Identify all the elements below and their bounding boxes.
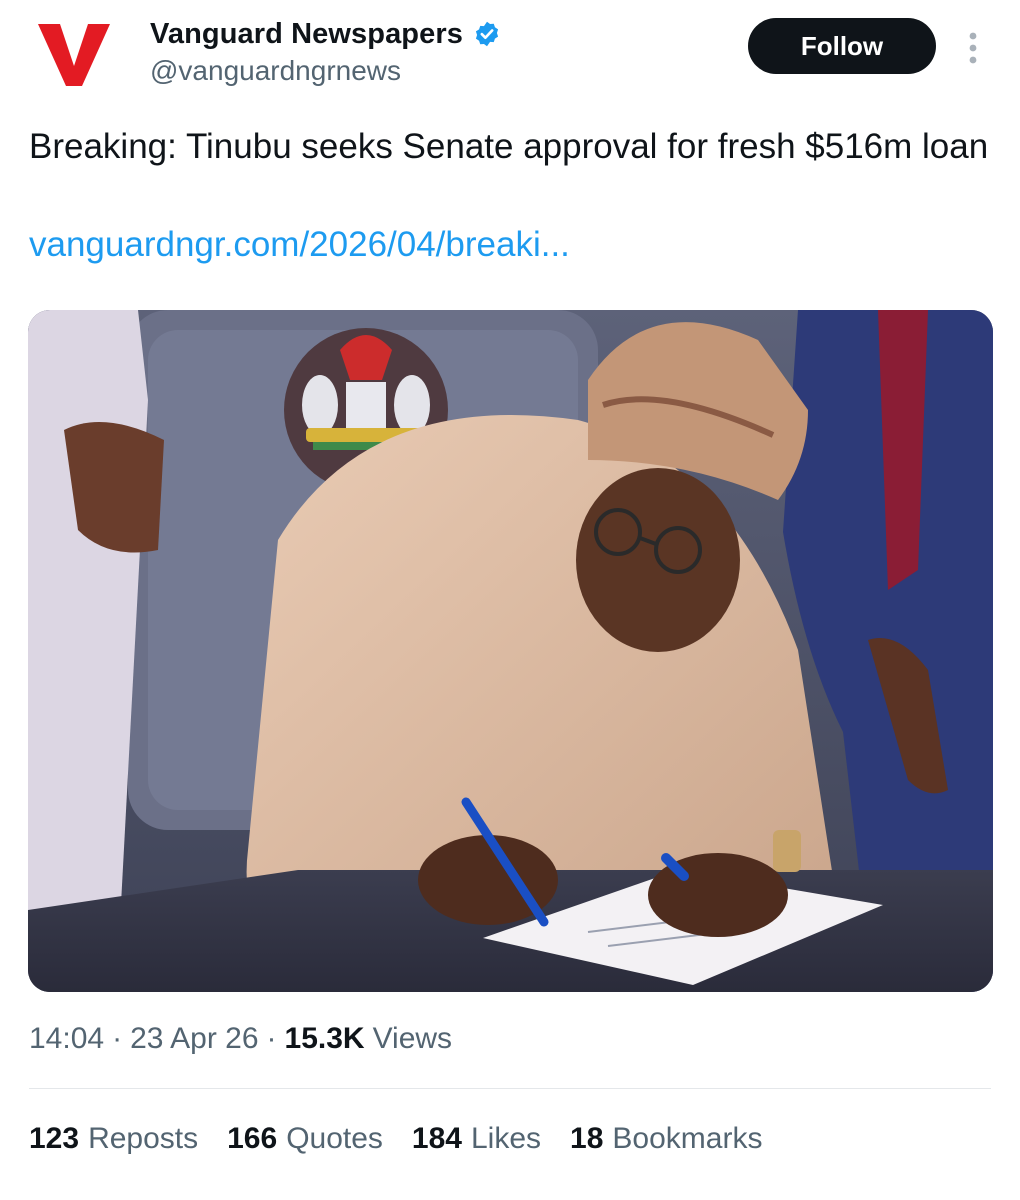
vanguard-logo-icon[interactable] — [36, 20, 112, 90]
stat-label: Quotes — [286, 1122, 383, 1155]
tweet-meta: 14:04 · 23 Apr 26 · 15.3K Views — [29, 1022, 452, 1056]
views-label[interactable]: Views — [373, 1022, 452, 1056]
divider — [29, 1088, 991, 1089]
verified-badge-icon[interactable] — [473, 20, 501, 48]
meta-separator: · — [112, 1022, 123, 1055]
author-handle[interactable]: @vanguardngrnews — [150, 55, 501, 87]
tweet-date[interactable]: 23 Apr 26 — [130, 1022, 258, 1056]
stat-quotes[interactable]: 166 Quotes — [227, 1122, 383, 1156]
stat-count: 166 — [227, 1122, 278, 1155]
photo-image — [28, 310, 993, 992]
stat-count: 18 — [570, 1122, 604, 1155]
tweet-card: Vanguard Newspapers @vanguardngrnews Fol… — [0, 0, 1020, 1200]
author-name[interactable]: Vanguard Newspapers — [150, 18, 463, 51]
follow-button[interactable]: Follow — [748, 18, 936, 74]
stat-count: 123 — [29, 1122, 80, 1155]
stat-label: Reposts — [88, 1122, 199, 1155]
views-count[interactable]: 15.3K — [285, 1022, 365, 1056]
tweet-photo[interactable] — [28, 310, 993, 992]
tweet-time[interactable]: 14:04 — [29, 1022, 104, 1056]
stat-label: Likes — [470, 1122, 542, 1155]
stat-bookmarks[interactable]: 18 Bookmarks — [570, 1122, 762, 1156]
stat-reposts[interactable]: 123 Reposts — [29, 1122, 198, 1156]
more-options-icon[interactable] — [962, 30, 984, 66]
tweet-stats: 123 Reposts 166 Quotes 184 Likes 18 Book… — [29, 1122, 791, 1156]
tweet-text: Breaking: Tinubu seeks Senate approval f… — [29, 127, 989, 166]
meta-separator: · — [266, 1022, 277, 1055]
author-block[interactable]: Vanguard Newspapers @vanguardngrnews — [150, 14, 501, 87]
tweet-link[interactable]: vanguardngr.com/2026/04/breaki... — [29, 222, 570, 268]
stat-count: 184 — [411, 1122, 462, 1155]
stat-likes[interactable]: 184 Likes — [412, 1122, 541, 1156]
stat-label: Bookmarks — [612, 1122, 763, 1155]
